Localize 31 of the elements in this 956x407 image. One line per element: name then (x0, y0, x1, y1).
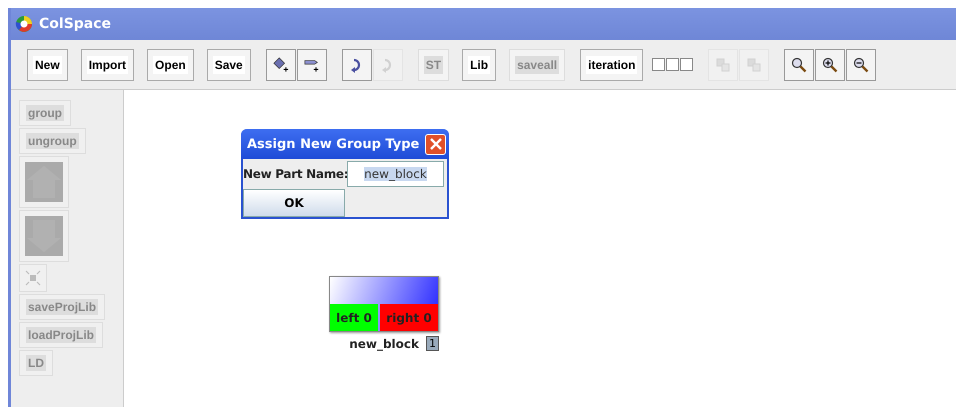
close-button[interactable] (425, 134, 446, 154)
dialog-title: Assign New Group Type (247, 136, 420, 152)
toolbar-button[interactable] (784, 48, 814, 80)
port-label: right 0 (380, 304, 438, 331)
window-title: ColSpace (39, 16, 112, 32)
toolbar-button[interactable] (342, 48, 372, 80)
app-logo-icon (15, 15, 33, 33)
block-name: new_block (349, 336, 419, 350)
copy-icon (716, 58, 730, 72)
count-badge: 1 (426, 336, 439, 351)
toolbar-button[interactable] (296, 48, 327, 80)
close-icon (428, 137, 442, 151)
port-label: left 0 (330, 304, 378, 331)
toolbar-button[interactable]: Import (80, 48, 134, 80)
toolbar-button[interactable]: New (27, 48, 68, 80)
toolbar-button[interactable]: Open (147, 48, 194, 80)
paste-icon (747, 58, 762, 72)
toolbar-button[interactable]: Save (206, 48, 251, 80)
zoom-in-icon (822, 56, 838, 72)
search-icon (791, 56, 808, 72)
toolbar-button[interactable] (266, 48, 296, 80)
field-label: New Part Name: (243, 166, 347, 180)
toolbar-button[interactable] (846, 48, 876, 80)
ok-button[interactable]: OK (243, 188, 345, 216)
fit-icon (24, 269, 42, 287)
toolbar-button[interactable] (815, 48, 846, 80)
zoom-out-icon (853, 56, 870, 72)
toolbar-button[interactable]: Lib (462, 48, 496, 80)
add-shape-icon (272, 56, 289, 74)
toolbar-button[interactable]: iteration (580, 48, 644, 80)
part-name-field[interactable]: new_block (347, 160, 444, 186)
